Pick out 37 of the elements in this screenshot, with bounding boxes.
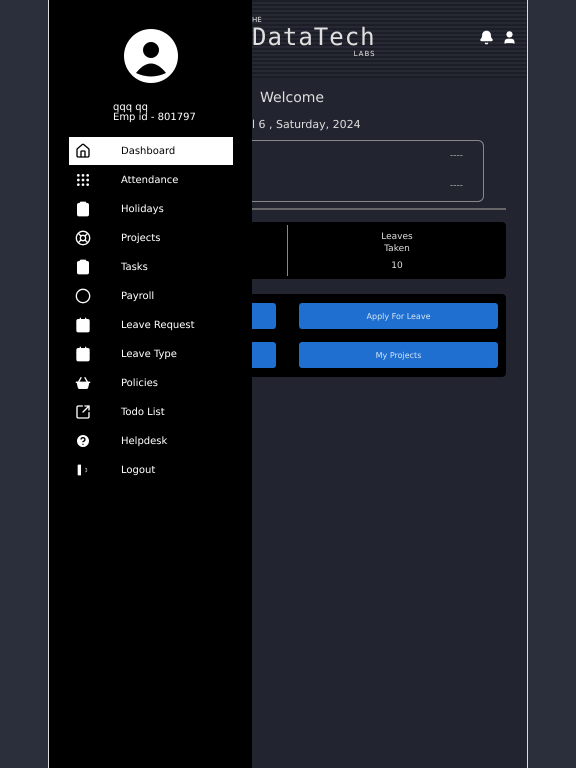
stat-label: Leaves Taken bbox=[381, 230, 413, 254]
dots-grid-icon bbox=[75, 172, 91, 188]
menu-item[interactable]: Tasks bbox=[69, 253, 233, 281]
external-link-icon bbox=[75, 404, 91, 420]
menu-item[interactable]: Attendance bbox=[69, 166, 233, 194]
info-value: ---- bbox=[450, 181, 463, 191]
menu-item[interactable]: Todo List bbox=[69, 398, 233, 426]
menu-item[interactable]: Helpdesk bbox=[69, 427, 233, 455]
help-icon bbox=[75, 433, 91, 449]
menu-item[interactable]: Payroll bbox=[69, 282, 233, 310]
avatar-icon bbox=[122, 28, 178, 84]
menu-item[interactable]: Policies bbox=[69, 369, 233, 397]
calendar-icon bbox=[75, 346, 91, 362]
menu-item[interactable]: Projects bbox=[69, 224, 233, 252]
lifebuoy-icon bbox=[75, 230, 91, 246]
action-button[interactable]: Apply For Leave bbox=[299, 303, 498, 329]
bell-icon[interactable] bbox=[479, 30, 494, 45]
logo-text: DataTech bbox=[252, 24, 376, 50]
menu-item[interactable]: Leave Request bbox=[69, 311, 233, 339]
clipboard-icon bbox=[75, 201, 91, 217]
employee-id: Emp id - 801797 bbox=[113, 113, 197, 123]
ring-icon bbox=[75, 288, 91, 304]
calendar-icon bbox=[75, 317, 91, 333]
menu-item[interactable]: Leave Type bbox=[69, 340, 233, 368]
clipboard-icon bbox=[75, 259, 91, 275]
basket-icon bbox=[75, 375, 91, 391]
home-icon bbox=[75, 143, 91, 159]
user-name: qqq qq bbox=[113, 103, 149, 113]
stat-value: 10 bbox=[391, 260, 403, 270]
info-value: ---- bbox=[450, 151, 463, 161]
menu-item[interactable]: Logout bbox=[69, 456, 233, 484]
menu-item[interactable]: Holidays bbox=[69, 195, 233, 223]
action-button[interactable]: My Projects bbox=[299, 342, 498, 368]
welcome-title: Welcome bbox=[260, 90, 326, 106]
user-icon[interactable] bbox=[502, 30, 517, 45]
menu-item[interactable]: Dashboard bbox=[69, 137, 233, 165]
date-text: l 6 , Saturday, 2024 bbox=[252, 118, 362, 131]
